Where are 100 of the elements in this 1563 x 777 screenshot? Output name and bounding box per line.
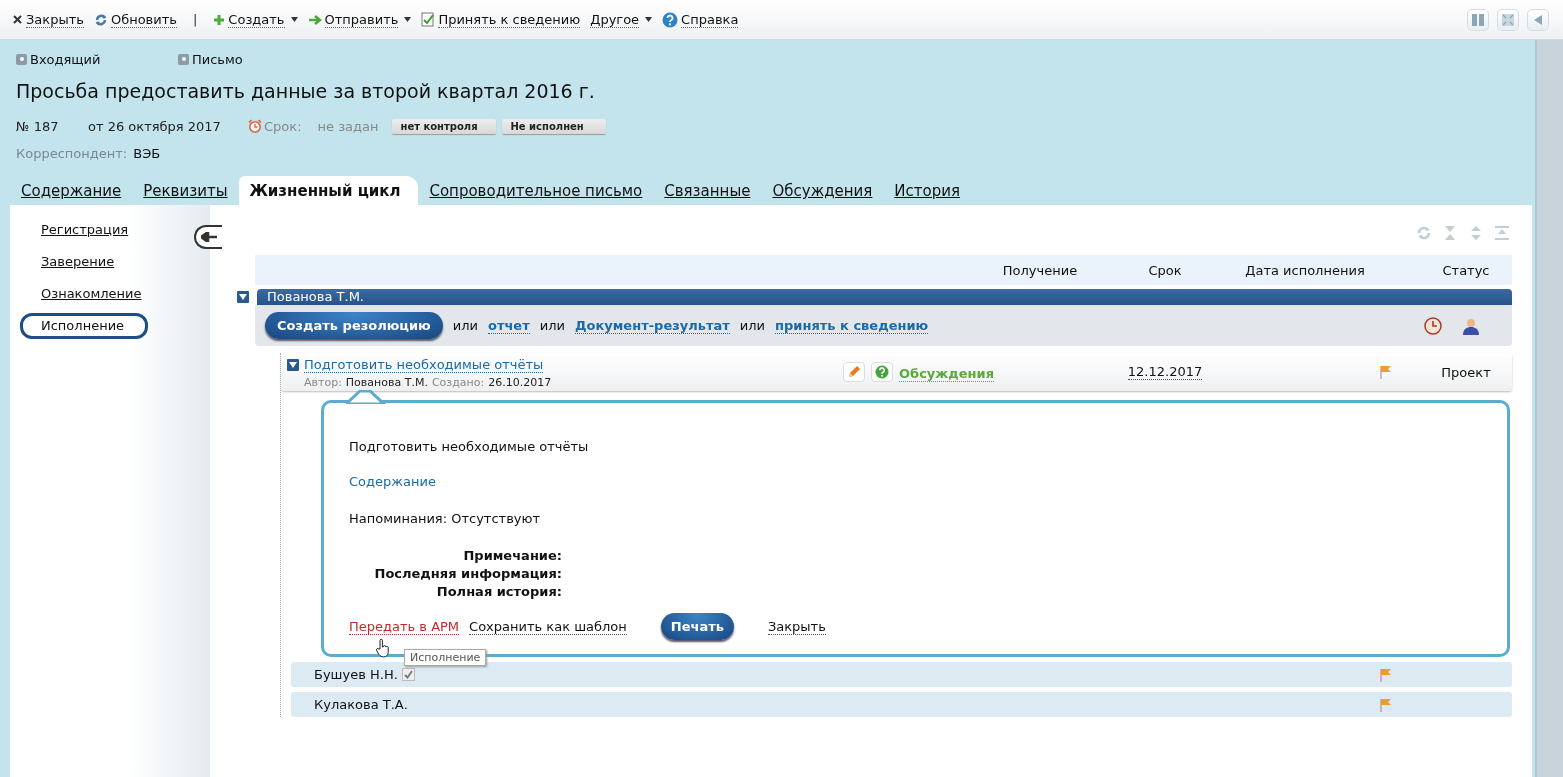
refresh-icon [93, 12, 108, 27]
field-label: Примечание: [463, 548, 562, 563]
task-description: Подготовить необходимые отчёты [349, 439, 590, 454]
flag-icon [1380, 667, 1392, 682]
help-button[interactable] [871, 362, 893, 382]
column-header: Статус [1441, 262, 1491, 278]
assignee-bar: Пованова Т.М. [257, 289, 1512, 305]
flag-icon [1380, 365, 1392, 379]
tab[interactable]: История [883, 176, 972, 205]
toolbar-button[interactable]: Отправить [307, 11, 412, 28]
document-type: Входящий [30, 51, 101, 67]
field-label: Полная история: [436, 584, 562, 599]
toolbar-separator: | [192, 12, 198, 27]
checked-document-icon [421, 12, 436, 27]
toggle-button[interactable] [287, 359, 299, 371]
document-title: Просьба предоставить данные за второй квартал 2016 г. [16, 79, 596, 104]
toolbar-button[interactable]: Другое [590, 11, 653, 28]
stage-link[interactable]: Ознакомление [20, 281, 148, 307]
close-icon [12, 14, 23, 25]
column-header: Получение [1001, 262, 1079, 278]
tab[interactable]: Сопроводительное письмо [418, 176, 654, 205]
action-link[interactable]: принять к сведению [775, 317, 929, 334]
author-name: Пованова Т.М. [345, 376, 428, 389]
type-icon [178, 53, 189, 65]
document-type: Письмо [192, 51, 243, 67]
column-header: Дата исполнения [1244, 262, 1366, 278]
toolbar-button[interactable]: Создать [213, 11, 298, 28]
status-tag: Не исполнен [502, 118, 607, 134]
action-link[interactable]: Закрыть [767, 618, 826, 635]
back-button[interactable] [194, 225, 222, 249]
document-date: от 26 октября 2017 [88, 118, 222, 134]
status-tag: нет контроля [392, 118, 497, 134]
caret-icon [404, 17, 412, 22]
arrow-left-icon [201, 232, 217, 242]
expand-icon [1502, 14, 1514, 26]
tooltip: Исполнение [404, 649, 487, 666]
flag-icon [1380, 697, 1392, 712]
split-view-button[interactable] [1467, 9, 1489, 31]
assignee-name: Кулакова Т.А. [314, 697, 408, 712]
stage-link[interactable]: Регистрация [20, 217, 148, 243]
person-icon[interactable] [1462, 316, 1480, 335]
caret-down-icon [289, 361, 297, 369]
toggle-button[interactable] [237, 291, 249, 303]
tab[interactable]: Обсуждения [761, 176, 884, 205]
deadline-value: не задан [317, 118, 379, 134]
help-icon [875, 365, 889, 379]
content-link[interactable]: Содержание [349, 474, 436, 489]
clock-icon[interactable] [1424, 316, 1442, 335]
caret-icon [290, 17, 298, 22]
separator-text: или [452, 318, 478, 333]
toolbar-button[interactable]: Принять к сведению [421, 11, 581, 28]
task-title-link[interactable]: Подготовить необходимые отчёты [304, 357, 544, 373]
scrollbar[interactable] [1535, 40, 1563, 777]
arrow-right-icon [307, 13, 322, 26]
pencil-icon [847, 365, 861, 379]
author-label: Автор: [304, 376, 342, 389]
action-link[interactable]: Передать в АРМ [349, 618, 460, 635]
deadline-date[interactable]: 12.12.2017 [1127, 364, 1203, 380]
refresh-icon[interactable] [1416, 225, 1432, 241]
deadline-label: Срок: [264, 118, 302, 134]
correspondent-label: Корреспондент: [16, 145, 128, 161]
caret-down-icon [239, 293, 247, 301]
edit-button[interactable] [843, 362, 865, 382]
plus-icon [213, 13, 226, 26]
tab[interactable]: Содержание [10, 176, 133, 205]
collapse-button[interactable] [1527, 9, 1549, 31]
action-link[interactable]: Документ-результат [574, 317, 730, 334]
action-link[interactable]: Сохранить как шаблон [469, 618, 627, 635]
tab[interactable]: Связанные [653, 176, 762, 205]
toolbar-button[interactable]: Обновить [93, 11, 177, 28]
document-number: № 187 [16, 118, 60, 134]
subtask-row[interactable]: Кулакова Т.А. [291, 692, 1512, 717]
help-icon [662, 11, 679, 28]
subtask-row[interactable]: Бушуев Н.Н. [291, 662, 1512, 687]
created-label: Создано: [431, 376, 485, 389]
field-label: Последняя информация: [374, 566, 562, 581]
move-to-top-icon[interactable] [1494, 225, 1510, 241]
task-status: Проект [1441, 364, 1491, 380]
action-link[interactable]: отчет [487, 317, 530, 334]
tab[interactable]: Реквизиты [132, 176, 239, 205]
columns-icon [1472, 14, 1484, 26]
stage-link[interactable]: Заверение [20, 249, 148, 275]
tab[interactable]: Жизненный цикл [238, 176, 419, 205]
separator-text: или [539, 318, 565, 333]
triangle-left-icon [1534, 15, 1542, 25]
fullscreen-button[interactable] [1497, 9, 1519, 31]
stage-link[interactable]: Исполнение [20, 313, 148, 339]
reminders-text: Напоминания: Отсутствуют [349, 511, 541, 526]
created-date: 26.10.2017 [488, 376, 552, 389]
collapse-all-icon[interactable] [1442, 225, 1458, 241]
toolbar-button[interactable]: Справка [662, 11, 739, 28]
toolbar-button[interactable]: Закрыть [12, 11, 84, 28]
alarm-clock-icon [248, 119, 262, 133]
caret-icon [645, 17, 653, 22]
print-button[interactable]: Печать [660, 613, 734, 640]
column-header: Срок [1147, 262, 1183, 278]
assignee-name: Бушуев Н.Н. [314, 667, 398, 682]
separator-text: или [739, 318, 766, 333]
correspondent-value: ВЭБ [133, 145, 161, 161]
create-resolution-button[interactable]: Создать резолюцию [265, 312, 443, 339]
